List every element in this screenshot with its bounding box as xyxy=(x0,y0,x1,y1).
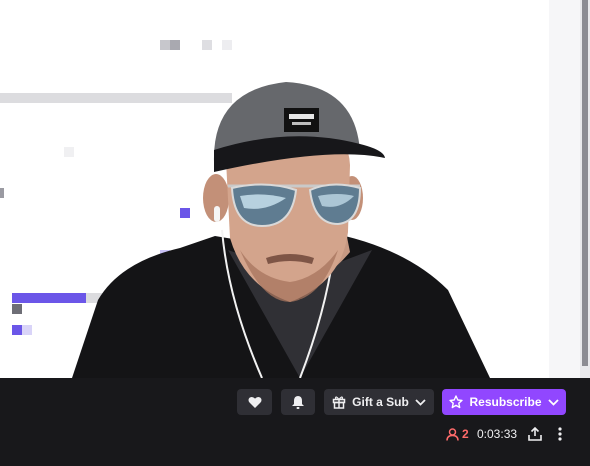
notifications-button[interactable] xyxy=(281,389,315,415)
chevron-down-icon xyxy=(415,398,426,406)
resubscribe-button[interactable]: Resubscribe xyxy=(442,389,566,415)
heart-icon xyxy=(248,396,261,408)
more-options-button[interactable] xyxy=(557,424,563,444)
gift-sub-button[interactable]: Gift a Sub xyxy=(324,389,434,415)
viewer-count: 2 xyxy=(462,427,469,441)
share-button[interactable] xyxy=(528,424,542,444)
viewers-icon xyxy=(446,427,459,441)
video-player[interactable] xyxy=(0,0,590,378)
viewer-count-group: 2 xyxy=(446,424,469,444)
uptime-value: 0:03:33 xyxy=(477,427,518,441)
chevron-down-icon xyxy=(547,398,559,406)
follow-button[interactable] xyxy=(237,389,272,415)
streamer-webcam xyxy=(72,82,490,378)
resubscribe-label: Resubscribe xyxy=(469,395,542,409)
star-icon xyxy=(449,395,464,409)
gift-icon xyxy=(332,396,346,409)
share-icon xyxy=(528,427,542,441)
uptime: 0:03:33 xyxy=(477,424,517,444)
bell-icon xyxy=(292,396,304,409)
more-icon xyxy=(558,427,562,441)
gift-sub-label: Gift a Sub xyxy=(352,395,409,409)
